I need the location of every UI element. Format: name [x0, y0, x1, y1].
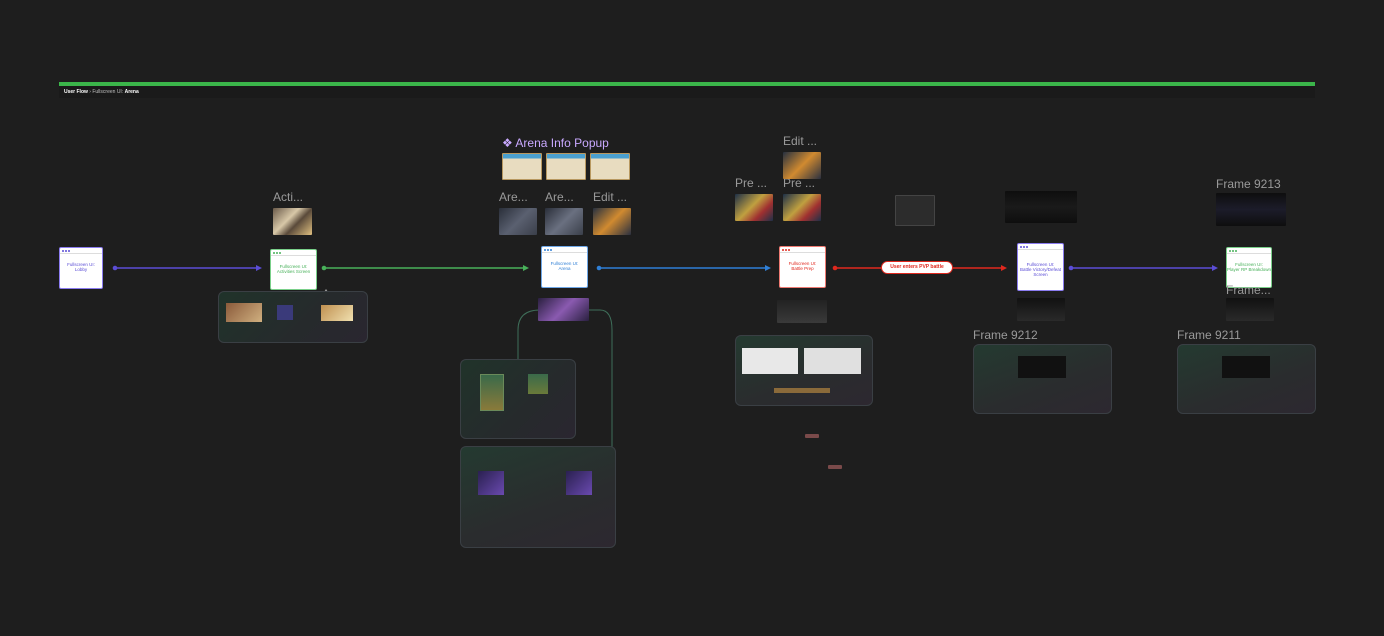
section-activities-notes[interactable]: [218, 291, 368, 343]
connectors: [112, 265, 1218, 448]
thumb-frame-9213[interactable]: [1216, 193, 1286, 226]
node-battle-prep[interactable]: Fullscreen UI: Battle Prep: [779, 246, 826, 288]
thumb-arena-2[interactable]: [545, 208, 583, 235]
node-activities-name: Activities Screen: [276, 269, 311, 274]
thumb-arena-1[interactable]: [499, 208, 537, 235]
section-arena-card-2: [528, 374, 548, 394]
section-frame-9212[interactable]: [973, 344, 1112, 414]
section-activities-thumb-1: [226, 303, 262, 322]
edge-lobby-activities: [112, 265, 262, 271]
label-arena-info-popup[interactable]: ❖ Arena Info Popup: [502, 136, 609, 150]
label-arena-1[interactable]: Are...: [499, 190, 528, 204]
thumb-activities[interactable]: [273, 208, 312, 235]
thumb-edit-2[interactable]: [783, 152, 821, 179]
node-activities[interactable]: Fullscreen UI: Activities Screen: [270, 249, 317, 290]
section-activities-thumb-3: [321, 305, 353, 321]
thumb-popup-2[interactable]: [546, 153, 586, 180]
node-battle-prep-name: Battle Prep: [791, 266, 814, 271]
node-lobby[interactable]: Fullscreen UI: Lobby: [59, 247, 103, 289]
stray-element-2[interactable]: [828, 465, 842, 469]
thumb-popup-1[interactable]: [502, 153, 542, 180]
stray-element-1[interactable]: [805, 434, 819, 438]
label-pre-1[interactable]: Pre ...: [735, 176, 767, 190]
thumb-victory-lower[interactable]: [1017, 298, 1065, 321]
edge-victory-rp: [1068, 265, 1218, 271]
section-prep-note: [774, 388, 830, 393]
section-arena-matchmaking[interactable]: [460, 446, 616, 548]
thumb-pre-1[interactable]: [735, 194, 773, 221]
node-victory-name: Battle Victory/Defeat Screen: [1020, 267, 1061, 277]
section-activities-thumb-2: [277, 305, 293, 320]
label-edit-2[interactable]: Edit ...: [783, 134, 817, 148]
section-9211-thumb: [1222, 356, 1270, 378]
section-prep-thumb-2: [804, 348, 861, 374]
label-frame-small[interactable]: Frame...: [1226, 283, 1271, 297]
section-frame-9211[interactable]: [1177, 344, 1316, 414]
node-victory[interactable]: Fullscreen UI: Battle Victory/Defeat Scr…: [1017, 243, 1064, 291]
label-frame-9212[interactable]: Frame 9212: [973, 328, 1038, 342]
node-rp-name: Player RP Breakdown: [1227, 267, 1271, 272]
section-match-thumb-2: [566, 471, 592, 495]
thumb-popup-3[interactable]: [590, 153, 630, 180]
thumb-victory[interactable]: [1005, 191, 1077, 223]
thumb-rp-lower[interactable]: [1226, 298, 1274, 321]
edge-activities-arena: [321, 265, 529, 271]
thumb-arena-lower[interactable]: [538, 298, 589, 321]
node-lobby-name: Lobby: [74, 267, 88, 272]
label-edit-1[interactable]: Edit ...: [593, 190, 627, 204]
label-arena-2[interactable]: Are...: [545, 190, 574, 204]
section-9212-thumb: [1018, 356, 1066, 378]
thumb-pvp-battle[interactable]: [895, 195, 935, 226]
thumb-pre-2[interactable]: [783, 194, 821, 221]
section-match-thumb-1: [478, 471, 504, 495]
thumb-battle-prep-lower[interactable]: [777, 300, 827, 323]
node-rp-breakdown[interactable]: Fullscreen UI: Player RP Breakdown: [1226, 247, 1272, 288]
node-arena-name: Arena: [558, 266, 571, 271]
section-battle-prep-notes[interactable]: [735, 335, 873, 406]
label-action-top[interactable]: Acti...: [273, 190, 303, 204]
section-arena-card-1: [480, 374, 504, 411]
edge-arena-battleprep: [596, 265, 771, 271]
node-arena[interactable]: Fullscreen UI: Arena: [541, 246, 588, 288]
edge-label-pvp[interactable]: User enters PVP battle: [881, 261, 953, 274]
section-prep-thumb-1: [742, 348, 798, 374]
thumb-edit-1[interactable]: [593, 208, 631, 235]
label-frame-9213[interactable]: Frame 9213: [1216, 177, 1281, 191]
label-frame-9211[interactable]: Frame 9211: [1177, 328, 1241, 342]
section-arena-rewards[interactable]: [460, 359, 576, 439]
